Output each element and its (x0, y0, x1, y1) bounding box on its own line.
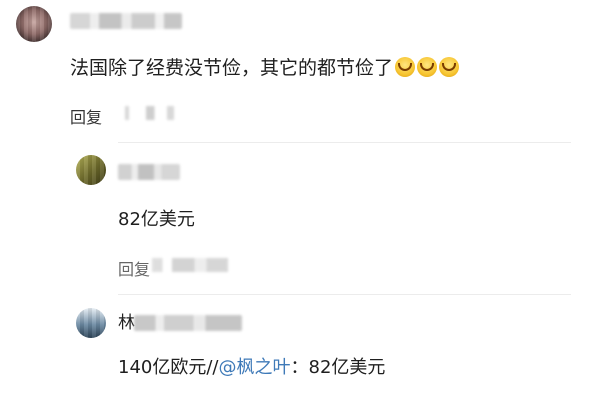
mention-link[interactable]: @枫之叶 (219, 357, 291, 378)
reply-button[interactable]: 回复 (70, 104, 102, 128)
reply-text: 82亿美元 (118, 209, 195, 230)
grin-emoji-icon (417, 57, 438, 77)
comment-body: 法国除了经费没节俭，其它的都节俭了 (70, 57, 394, 79)
comment-thread: 法国除了经费没节俭，其它的都节俭了 回复 82亿美元 回复 林 140亿欧元//… (0, 0, 589, 412)
avatar-shade (76, 155, 106, 185)
comment-text: 法国除了经费没节俭，其它的都节俭了 (70, 56, 460, 80)
divider (118, 294, 571, 295)
reply-text-prefix: 140亿欧元// (118, 357, 219, 378)
reply-text: 140亿欧元//@枫之叶：82亿美元 (118, 356, 385, 380)
reply-avatar[interactable] (76, 155, 106, 185)
avatar-shade (16, 6, 52, 42)
reply-username-blurred[interactable] (118, 164, 180, 180)
avatar[interactable] (16, 6, 52, 42)
meta-blurred (152, 258, 228, 272)
reply-username-blurred[interactable] (134, 315, 242, 331)
grin-emoji-icon (395, 57, 416, 77)
grin-emoji-icon (439, 57, 460, 77)
meta-blurred (118, 106, 188, 120)
reply-username-visible[interactable]: 林 (118, 308, 135, 333)
reply-button[interactable]: 回复 (118, 256, 150, 280)
divider (118, 142, 571, 143)
avatar-shade (76, 308, 106, 338)
reply-text-suffix: ：82亿美元 (290, 357, 386, 378)
reply-avatar[interactable] (76, 308, 106, 338)
username-blurred[interactable] (70, 13, 182, 29)
